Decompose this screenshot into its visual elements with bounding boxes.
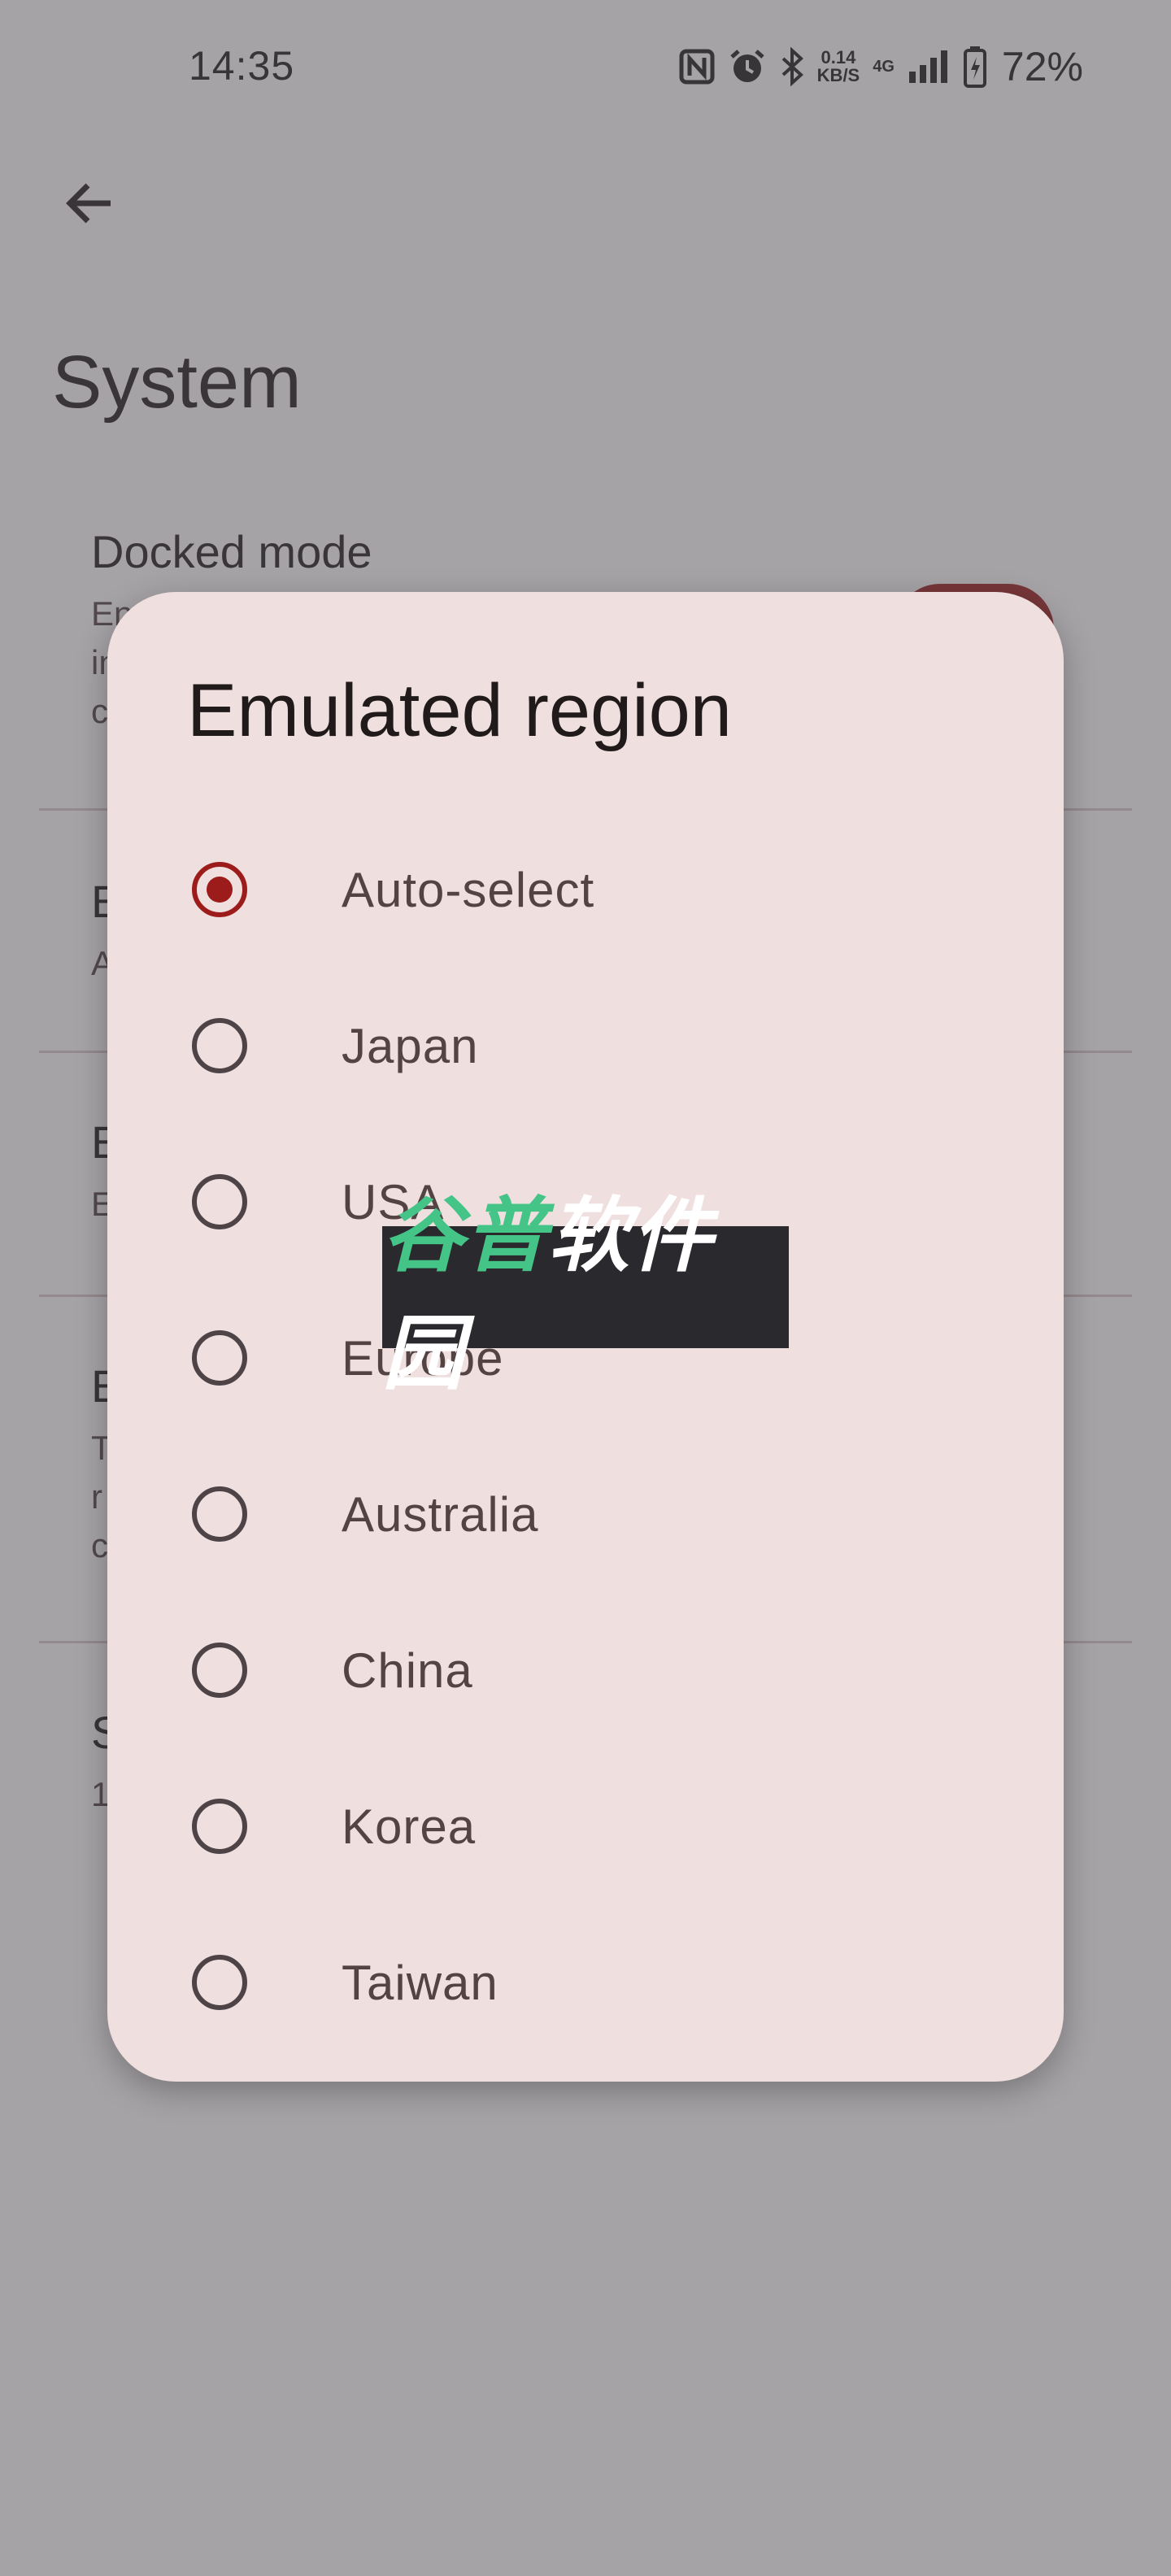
radio-option-taiwan[interactable]: Taiwan	[107, 1904, 1064, 2060]
radio-label: China	[342, 1643, 473, 1698]
dialog-title: Emulated region	[187, 669, 732, 752]
radio-button[interactable]	[192, 1955, 247, 2010]
radio-button[interactable]	[192, 1174, 247, 1229]
radio-option-china[interactable]: China	[107, 1592, 1064, 1748]
radio-button[interactable]	[192, 1018, 247, 1073]
radio-option-korea[interactable]: Korea	[107, 1748, 1064, 1904]
radio-label: Auto-select	[342, 862, 595, 917]
radio-option-australia[interactable]: Australia	[107, 1436, 1064, 1592]
radio-label: Taiwan	[342, 1955, 498, 2010]
radio-button[interactable]	[192, 1643, 247, 1698]
radio-button-selected[interactable]	[192, 862, 247, 917]
region-radio-list: Auto-select Japan USA Europe Australia C…	[107, 812, 1064, 2060]
watermark-text: 谷普软件园	[382, 1169, 789, 1405]
radio-option-auto-select[interactable]: Auto-select	[107, 812, 1064, 968]
radio-button[interactable]	[192, 1330, 247, 1386]
radio-button[interactable]	[192, 1799, 247, 1854]
radio-option-japan[interactable]: Japan	[107, 968, 1064, 1124]
radio-label: Australia	[342, 1486, 539, 1542]
radio-button[interactable]	[192, 1486, 247, 1542]
watermark-part1: 谷普	[382, 1188, 548, 1283]
watermark-logo: 谷普软件园	[382, 1188, 789, 1401]
radio-label: Korea	[342, 1799, 477, 1854]
radio-label: Japan	[342, 1018, 479, 1073]
